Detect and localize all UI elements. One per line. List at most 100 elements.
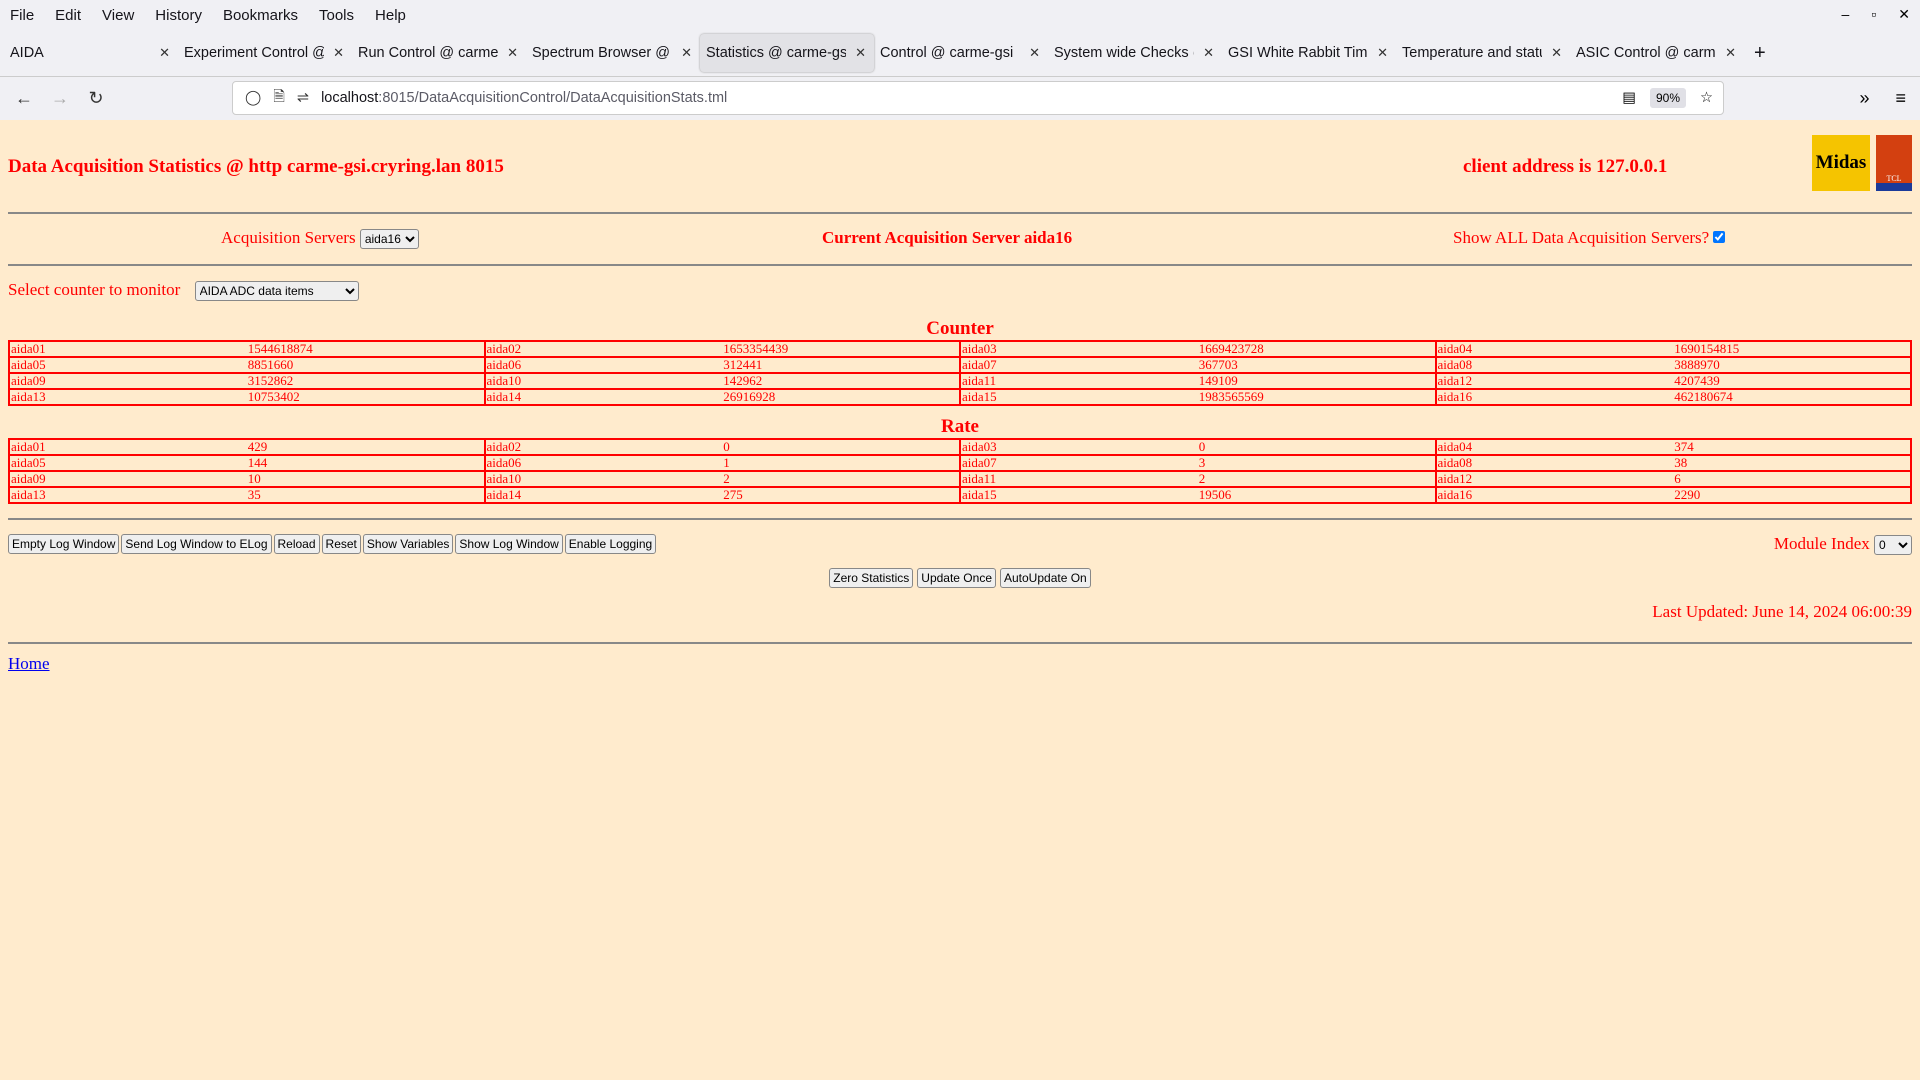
forward-icon[interactable]: → [42,88,78,109]
table-row: aida05 144 aida06 1 aida07 3 aida08 38 [9,454,1911,472]
tab-label: Experiment Control @ carme-gsi [184,45,324,61]
browser-tab[interactable]: Run Control @ carme-gsi ✕ [352,34,526,72]
url-bar[interactable]: ◯ 🗎 ⇌ localhost:8015/DataAcquisitionCont… [232,81,1724,115]
channel-value: 3 [1197,454,1436,472]
maximize-icon[interactable]: ▫ [1871,6,1876,23]
browser-tab[interactable]: System wide Checks @ carme-gsi ✕ [1048,34,1222,72]
menu-item[interactable]: View [102,7,134,24]
channel-name: aida08 [1434,356,1674,374]
channel-value: 0 [1197,438,1436,456]
zoom-level[interactable]: 90% [1649,88,1686,108]
menu-item[interactable]: Help [375,7,406,24]
browser-tab[interactable]: Statistics @ carme-gsi ✕ [700,34,874,72]
tab-label: ASIC Control @ carme-gsi [1576,45,1716,61]
send-log-window-to-elog-button[interactable]: Send Log Window to ELog [121,534,272,554]
table-row: aida13 35 aida14 275 aida15 19506 aida16 2290 [9,486,1911,504]
show-log-window-button[interactable]: Show Log Window [455,534,563,554]
select-counter-label: Select counter to monitor [8,280,181,299]
browser-tab[interactable]: Temperature and status ✕ [1396,34,1570,72]
channel-value: 1 [722,454,960,472]
current-server: Current Acquisition Server aida16 [822,228,1073,247]
reload-icon[interactable]: ↻ [78,88,114,109]
page-title: Data Acquisition Statistics @ http carme… [8,156,504,177]
browser-tab[interactable]: Experiment Control @ carme-gsi ✕ [178,34,352,72]
channel-name: aida13 [9,486,247,504]
channel-value: 367703 [1197,356,1436,374]
browser-tab[interactable]: GSI White Rabbit Timestamp ✕ [1222,34,1396,72]
channel-value: 1544618874 [246,340,485,358]
shield-icon[interactable]: ◯ [245,90,261,106]
bookmark-star-icon[interactable]: ☆ [1700,90,1713,106]
counter-select[interactable]: AIDA ADC data items [194,281,359,301]
close-tab-icon[interactable]: ✕ [855,45,866,61]
show-variables-button[interactable]: Show Variables [362,534,454,554]
channel-value: 0 [722,438,960,456]
client-address: client address is 127.0.0.1 [1463,156,1668,177]
channel-name: aida01 [9,438,247,456]
tab-label: GSI White Rabbit Timestamp [1228,45,1368,61]
permissions-icon[interactable]: ⇌ [297,90,309,106]
channel-value: 149109 [1197,372,1436,390]
window-controls: – ▫ ✕ [1842,6,1911,23]
rate-heading: Rate [941,416,979,437]
hamburger-menu-icon[interactable]: ≡ [1895,88,1906,109]
channel-value: 10 [246,470,485,488]
channel-value: 312441 [722,356,960,374]
close-tab-icon[interactable]: ✕ [1029,45,1040,61]
close-tab-icon[interactable]: ✕ [681,45,692,61]
close-tab-icon[interactable]: ✕ [1203,45,1214,61]
midas-logo: Midas [1812,135,1870,191]
close-tab-icon[interactable]: ✕ [1725,45,1736,61]
channel-name: aida13 [9,388,247,406]
enable-logging-button[interactable]: Enable Logging [564,534,657,554]
counter-table: aida01 1544618874 aida02 1653354439 aida03 16… [8,340,1912,406]
browser-tab[interactable]: Spectrum Browser @ carme-gsi ✕ [526,34,700,72]
close-tab-icon[interactable]: ✕ [1377,45,1388,61]
close-tab-icon[interactable]: ✕ [1551,45,1562,61]
channel-value: 3152862 [246,372,485,390]
tab-label: AIDA [10,45,44,61]
close-tab-icon[interactable]: ✕ [507,45,518,61]
show-all-label: Show ALL Data Acquisition Servers? [1453,228,1710,247]
channel-name: aida10 [483,470,723,488]
menu-item[interactable]: Edit [55,7,81,24]
reload-button[interactable]: Reload [273,534,320,554]
menu-item[interactable]: History [155,7,202,24]
tab-label: Spectrum Browser @ carme-gsi [532,45,672,61]
update-once-button[interactable]: Update Once [917,568,996,588]
channel-name: aida12 [1434,470,1674,488]
new-tab-icon[interactable]: + [1754,42,1766,65]
channel-name: aida04 [1434,340,1674,358]
module-index-select[interactable]: 0 [1874,535,1912,555]
empty-log-window-button[interactable]: Empty Log Window [8,534,120,554]
home-link[interactable]: Home [8,654,50,673]
zero-statistics-button[interactable]: Zero Statistics [829,568,914,588]
close-window-icon[interactable]: ✕ [1898,6,1910,23]
channel-name: aida16 [1434,388,1674,406]
browser-tab[interactable]: Control @ carme-gsi ✕ [874,34,1048,72]
channel-value: 4207439 [1673,372,1911,390]
menu-item[interactable]: Bookmarks [223,7,298,24]
overflow-chevron-icon[interactable]: » [1859,88,1869,109]
autoupdate-on-button[interactable]: AutoUpdate On [1000,568,1091,588]
show-all-checkbox[interactable] [1713,231,1726,243]
channel-name: aida11 [959,372,1198,390]
browser-tab[interactable]: ASIC Control @ carme-gsi ✕ [1570,34,1744,72]
reader-view-icon[interactable]: ▤ [1622,90,1636,106]
acquisition-servers-select[interactable]: aida16 [359,229,419,249]
back-icon[interactable]: ← [6,88,42,109]
menu-item[interactable]: Tools [319,7,354,24]
tab-label: System wide Checks @ carme-gsi [1054,45,1194,61]
close-tab-icon[interactable]: ✕ [333,45,344,61]
channel-value: 38 [1673,454,1911,472]
channel-value: 142962 [722,372,960,390]
channel-name: aida15 [959,486,1198,504]
close-tab-icon[interactable]: ✕ [159,45,170,61]
channel-name: aida03 [959,340,1198,358]
minimize-icon[interactable]: – [1842,6,1850,23]
reset-button[interactable]: Reset [321,534,361,554]
menu-item[interactable]: File [10,7,34,24]
url-path: :8015/DataAcquisitionControl/DataAcquisi… [378,90,728,106]
acquisition-servers-label: Acquisition Servers [221,228,356,247]
browser-tab[interactable]: AIDA ✕ [4,34,178,72]
